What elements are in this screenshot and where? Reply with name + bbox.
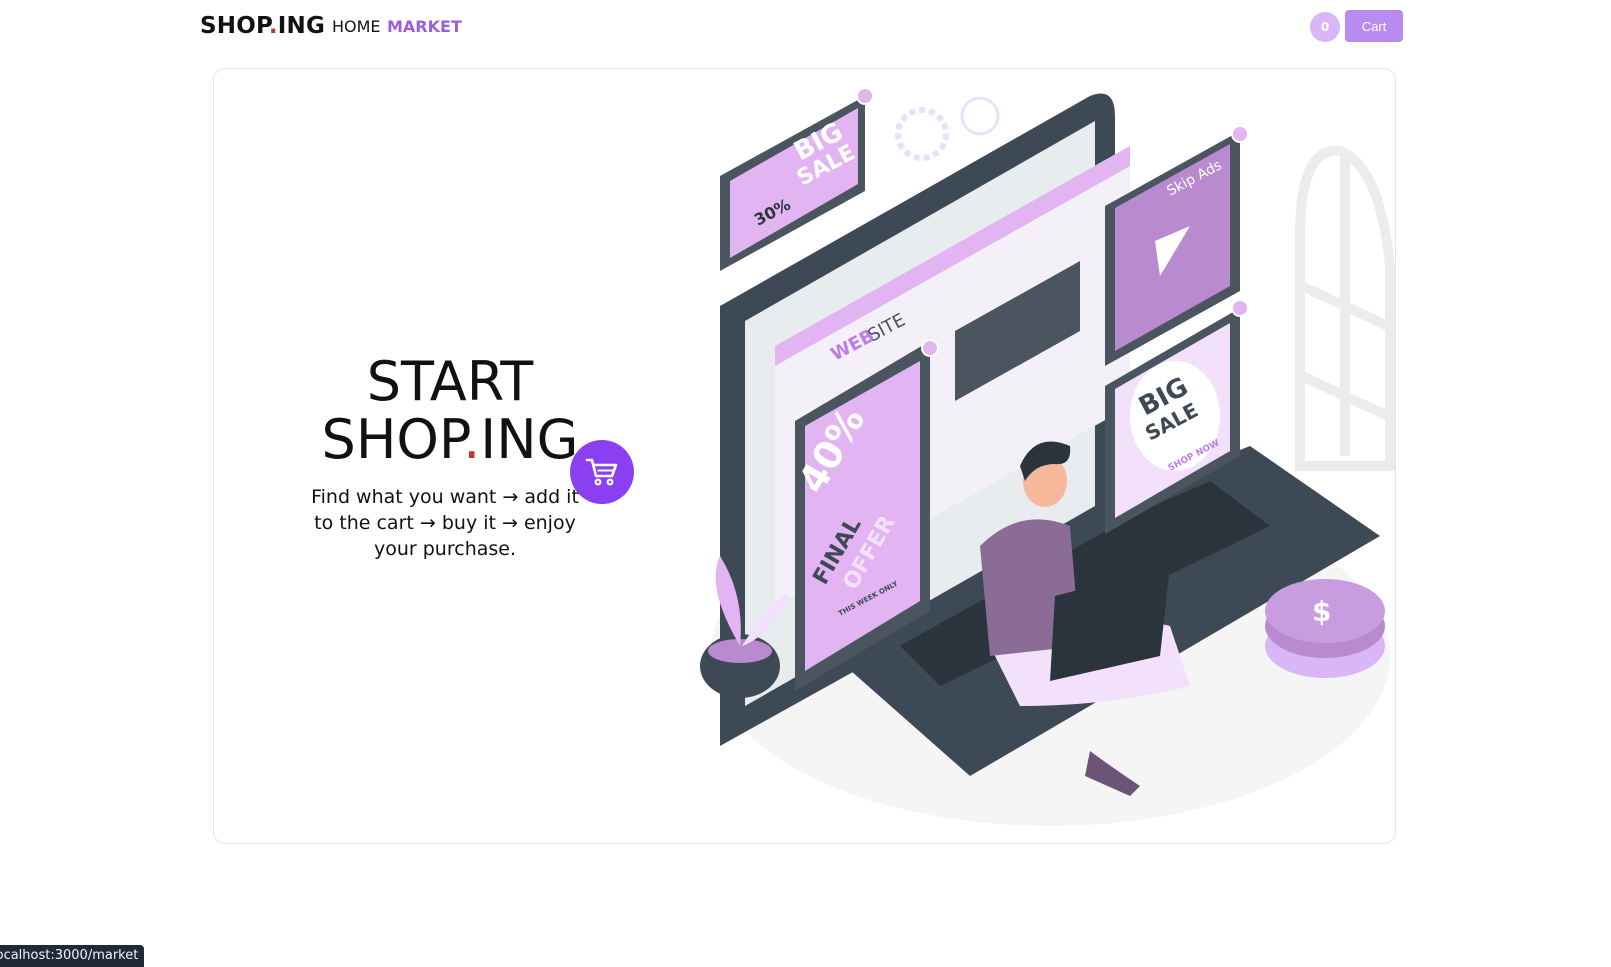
status-url-text: localhost:3000/market (0, 948, 139, 963)
cart-button[interactable]: Cart (1345, 10, 1403, 42)
top-navbar: SHOP.ING HOME MARKET 0 Cart (0, 0, 1611, 52)
hero-title-line-1: START (366, 350, 534, 413)
nav-link-market[interactable]: MARKET (387, 17, 462, 36)
dollar-icon: $ (1312, 595, 1331, 628)
brand-suffix: ING (277, 13, 326, 39)
brand-logo[interactable]: SHOP.ING (200, 13, 325, 39)
hero-title-line-2: SHOP.ING (300, 411, 600, 469)
cart-count-badge: 0 (1310, 12, 1340, 42)
status-bar-url: localhost:3000/market (0, 945, 145, 967)
coins-stack: $ (1265, 579, 1385, 678)
hero-title: START SHOP.ING (300, 353, 600, 469)
window-decoration (1295, 145, 1395, 471)
hero-title-suffix: ING (480, 408, 579, 471)
brand-dot: . (268, 13, 278, 39)
hero-subtitle: Find what you want → add it to the cart … (311, 486, 579, 560)
nav-link-home[interactable]: HOME (332, 17, 381, 36)
hero-title-prefix: SHOP (321, 408, 464, 471)
globe-icon (960, 96, 1000, 136)
shopping-illustration: WEB SITE BIG SALE 30% Skip Ads BIG SALE … (700, 87, 1395, 826)
shopping-cart-icon (585, 458, 618, 486)
hero-title-dot: . (463, 408, 481, 471)
gear-icon (895, 107, 949, 161)
brand-prefix: SHOP (200, 13, 269, 39)
